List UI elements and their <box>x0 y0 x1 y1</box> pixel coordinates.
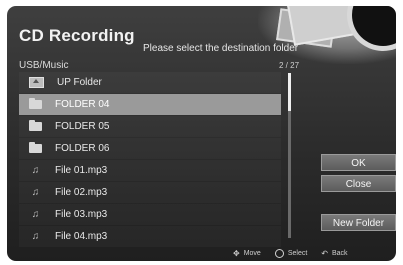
music-file-icon: ♫ <box>31 165 40 176</box>
current-path: USB/Music <box>19 60 69 71</box>
hint-move: ✥ Move <box>233 249 261 258</box>
page-title: CD Recording <box>19 26 135 45</box>
list-item-file-02[interactable]: ♫ File 02.mp3 <box>19 182 281 203</box>
list-item-file-03[interactable]: ♫ File 03.mp3 <box>19 204 281 225</box>
scrollbar[interactable] <box>288 73 291 238</box>
ok-button[interactable]: OK <box>321 154 396 171</box>
hint-back: ↶ Back <box>321 249 347 258</box>
list-item-label: File 02.mp3 <box>55 187 108 198</box>
list-item-up-folder[interactable]: UP Folder <box>19 72 281 93</box>
instruction-text: Please select the destination folder <box>143 43 299 54</box>
up-folder-icon <box>29 77 44 88</box>
folder-icon <box>29 98 42 109</box>
music-file-icon: ♫ <box>31 187 40 198</box>
folder-icon <box>29 142 42 153</box>
list-item-label: File 04.mp3 <box>55 231 108 242</box>
key-hints: ✥ Move Select ↶ Back <box>233 249 362 258</box>
close-button[interactable]: Close <box>321 175 396 192</box>
list-item-label: File 01.mp3 <box>55 165 108 176</box>
list-item-file-01[interactable]: ♫ File 01.mp3 <box>19 160 281 181</box>
list-item-label: UP Folder <box>57 77 102 88</box>
list-item-label: FOLDER 05 <box>55 121 110 132</box>
select-button-icon <box>274 249 284 258</box>
music-file-icon: ♫ <box>31 231 40 242</box>
list-item-label: File 03.mp3 <box>55 209 108 220</box>
list-item-label: FOLDER 04 <box>55 99 110 110</box>
hint-select: Select <box>274 249 308 258</box>
file-list: UP Folder FOLDER 04 FOLDER 05 FOLDER 06 … <box>19 72 281 248</box>
back-arrow-icon: ↶ <box>321 249 328 258</box>
hint-move-label: Move <box>243 250 261 257</box>
hint-select-label: Select <box>287 250 308 257</box>
list-item-folder-04[interactable]: FOLDER 04 <box>19 94 281 115</box>
new-folder-button[interactable]: New Folder <box>321 214 396 231</box>
move-arrows-icon: ✥ <box>233 249 240 258</box>
list-item-folder-05[interactable]: FOLDER 05 <box>19 116 281 137</box>
list-item-label: FOLDER 06 <box>55 143 110 154</box>
list-item-folder-06[interactable]: FOLDER 06 <box>19 138 281 159</box>
cd-recording-screen: CD Recording Please select the destinati… <box>7 6 396 261</box>
list-item-file-04[interactable]: ♫ File 04.mp3 <box>19 226 281 247</box>
folder-icon <box>29 120 42 131</box>
scrollbar-thumb[interactable] <box>288 73 291 111</box>
item-counter: 2 / 27 <box>279 61 300 70</box>
hint-back-label: Back <box>332 250 348 257</box>
music-file-icon: ♫ <box>31 209 40 220</box>
